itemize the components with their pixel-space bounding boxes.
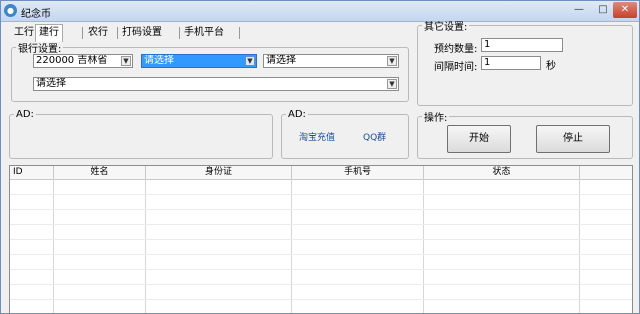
tab-separator: [82, 27, 83, 39]
outlet-select[interactable]: 请选择 ▼: [33, 77, 399, 91]
chevron-down-icon: ▼: [387, 56, 397, 66]
tab-separator: [179, 27, 180, 39]
taobao-recharge-link[interactable]: 淘宝充值: [299, 130, 335, 143]
chevron-down-icon: ▼: [245, 56, 255, 66]
interval-label: 间隔时间:: [434, 62, 478, 73]
row-divider: [10, 269, 632, 270]
district-select-value: 请选择: [266, 55, 296, 66]
row-divider: [10, 284, 632, 285]
quantity-label: 预约数量:: [434, 44, 478, 55]
tab-separator: [117, 27, 118, 39]
table-header: ID 姓名 身份证 手机号 状态: [10, 166, 632, 180]
app-icon: ●: [4, 4, 17, 17]
ad-right-legend: AD:: [288, 109, 306, 120]
row-divider: [10, 254, 632, 255]
maximize-icon[interactable]: □: [591, 2, 615, 18]
tab-icbc[interactable]: 工行: [11, 26, 37, 40]
row-divider: [10, 299, 632, 300]
row-divider: [10, 224, 632, 225]
column-divider: [423, 179, 424, 313]
column-divider: [145, 179, 146, 313]
column-divider: [291, 179, 292, 313]
chevron-down-icon: ▼: [121, 56, 131, 66]
city-select-value: 请选择: [144, 55, 174, 66]
window-title: 纪念币: [21, 9, 51, 20]
row-divider: [10, 194, 632, 195]
other-settings-legend: 其它设置:: [424, 22, 468, 33]
province-select[interactable]: 220000 吉林省 ▼: [33, 54, 133, 68]
ad-left-group: AD:: [9, 109, 273, 159]
column-header-id[interactable]: ID: [10, 166, 54, 179]
bank-settings-group: 银行设置:: [11, 40, 409, 102]
stop-button[interactable]: 停止: [536, 125, 610, 153]
minimize-icon[interactable]: —: [567, 2, 591, 18]
outlet-select-value: 请选择: [36, 78, 66, 89]
column-header-status[interactable]: 状态: [424, 166, 580, 179]
column-header-phone[interactable]: 手机号: [292, 166, 424, 179]
column-divider: [579, 179, 580, 313]
results-table: ID 姓名 身份证 手机号 状态: [9, 165, 633, 313]
chevron-down-icon: ▼: [387, 79, 397, 89]
column-header-name[interactable]: 姓名: [54, 166, 146, 179]
interval-unit: 秒: [546, 61, 556, 72]
tab-separator: [239, 27, 240, 39]
main-window: ● 纪念币 — □ ✕ 工行 建行 农行 打码设置 手机平台 银行设置: 220…: [0, 0, 640, 314]
row-divider: [10, 239, 632, 240]
quantity-field[interactable]: 1: [481, 38, 563, 52]
qq-group-link[interactable]: QQ群: [363, 130, 386, 143]
row-divider: [10, 209, 632, 210]
start-button[interactable]: 开始: [447, 125, 511, 153]
province-select-value: 220000 吉林省: [36, 55, 108, 66]
ad-left-legend: AD:: [16, 109, 34, 120]
tab-mobile-platform[interactable]: 手机平台: [181, 26, 227, 40]
operations-legend: 操作:: [424, 113, 448, 124]
district-select[interactable]: 请选择 ▼: [263, 54, 399, 68]
close-icon[interactable]: ✕: [613, 2, 637, 18]
bank-settings-legend: 银行设置:: [18, 44, 62, 55]
interval-field[interactable]: 1: [481, 56, 541, 70]
city-select[interactable]: 请选择 ▼: [141, 54, 257, 68]
column-header-id-card[interactable]: 身份证: [146, 166, 292, 179]
tab-captcha-settings[interactable]: 打码设置: [119, 26, 165, 40]
column-divider: [53, 179, 54, 313]
tab-abc[interactable]: 农行: [85, 26, 111, 40]
